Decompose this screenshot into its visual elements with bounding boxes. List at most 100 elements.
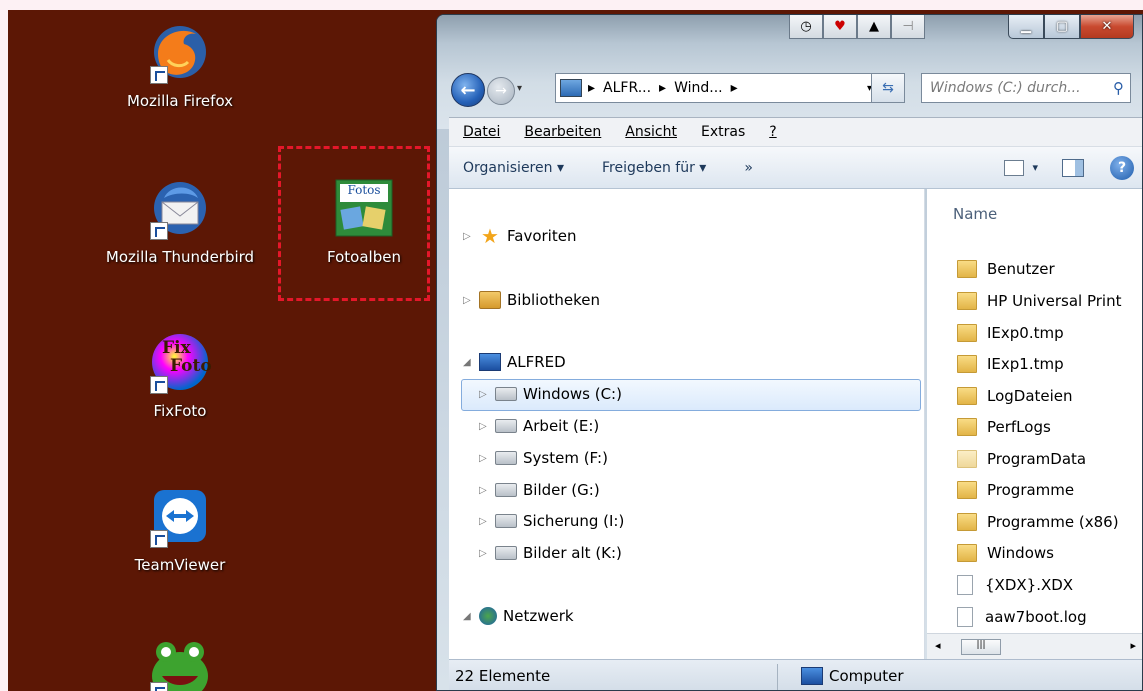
- library-icon: [479, 291, 501, 309]
- file-name: PerfLogs: [987, 418, 1051, 436]
- list-item[interactable]: Programme: [957, 481, 1074, 499]
- list-item[interactable]: HP Universal Print: [957, 292, 1121, 310]
- view-options-icon[interactable]: [1004, 159, 1025, 176]
- file-name: Windows: [987, 544, 1054, 562]
- nav-netzwerk[interactable]: ◢ Netzwerk: [463, 607, 574, 625]
- list-item[interactable]: aaw7boot.log: [957, 607, 1087, 627]
- expand-arrow-icon[interactable]: ▷: [479, 548, 491, 559]
- share-button[interactable]: Freigeben für ▾: [602, 160, 706, 176]
- nav-label: Arbeit (E:): [523, 417, 600, 435]
- fixfoto-icon: Fix Foto: [148, 330, 212, 394]
- search-input[interactable]: Windows (C:) durch... ⚲: [921, 73, 1131, 103]
- list-item[interactable]: Benutzer: [957, 260, 1055, 278]
- nav-drive-k[interactable]: ▷ Bilder alt (K:): [479, 544, 622, 562]
- list-item[interactable]: LogDateien: [957, 387, 1073, 405]
- nav-label: Windows (C:): [523, 385, 622, 403]
- list-item[interactable]: {XDX}.XDX: [957, 575, 1073, 595]
- refresh-button[interactable]: ⇆: [871, 73, 905, 103]
- file-name: Programme (x86): [987, 513, 1119, 531]
- column-header-name[interactable]: Name: [953, 205, 997, 223]
- menu-extras[interactable]: Extras: [701, 124, 745, 140]
- maximize-button[interactable]: ▢: [1044, 15, 1080, 39]
- scroll-left-icon[interactable]: ◂: [935, 639, 941, 652]
- view-dropdown-icon[interactable]: ▾: [1032, 161, 1038, 174]
- nav-drive-e[interactable]: ▷ Arbeit (E:): [479, 417, 599, 435]
- breadcrumb-alfred[interactable]: ALFR...: [603, 80, 651, 96]
- teamviewer-icon: [148, 484, 212, 548]
- desktop-icon-frog[interactable]: [100, 636, 260, 691]
- list-item[interactable]: Programme (x86): [957, 513, 1119, 531]
- help-icon[interactable]: ?: [1110, 155, 1134, 180]
- close-button[interactable]: ✕: [1080, 15, 1134, 39]
- desktop-icon-firefox[interactable]: Mozilla Firefox: [100, 20, 260, 110]
- menu-bearbeiten[interactable]: Bearbeiten: [524, 124, 601, 140]
- firefox-icon: [148, 20, 212, 84]
- recent-pages-dropdown[interactable]: ▾: [517, 83, 522, 94]
- fixfoto-badge-top: Fix: [162, 338, 191, 358]
- nav-drive-i[interactable]: ▷ Sicherung (I:): [479, 512, 624, 530]
- nav-drive-c[interactable]: ▷ Windows (C:): [479, 385, 622, 403]
- expand-arrow-icon[interactable]: ▷: [463, 231, 475, 242]
- expand-arrow-icon[interactable]: ▷: [479, 485, 491, 496]
- menu-help[interactable]: ?: [769, 124, 776, 140]
- network-icon: [479, 607, 497, 625]
- search-icon[interactable]: ⚲: [1113, 79, 1124, 97]
- nav-label: Bilder alt (K:): [523, 544, 622, 562]
- shortcut-arrow-icon: [150, 66, 168, 84]
- expand-arrow-icon[interactable]: ▷: [479, 453, 491, 464]
- expand-arrow-icon[interactable]: ▷: [479, 516, 491, 527]
- file-name: Programme: [987, 481, 1075, 499]
- frog-icon: [148, 636, 212, 691]
- address-bar[interactable]: ▸ ALFR... ▸ Wind... ▸ ▾: [555, 73, 903, 103]
- list-item[interactable]: ProgramData: [957, 450, 1086, 468]
- up-arrow-icon-button[interactable]: ▲: [857, 15, 891, 39]
- minimize-button[interactable]: ▁: [1008, 15, 1044, 39]
- forward-button[interactable]: →: [487, 77, 515, 105]
- status-location-label: Computer: [829, 667, 904, 685]
- folder-icon: [957, 387, 977, 405]
- expand-arrow-icon[interactable]: ▷: [479, 421, 491, 432]
- expand-arrow-icon[interactable]: ▷: [463, 295, 475, 306]
- pin-icon-button[interactable]: ⊣: [891, 15, 925, 39]
- folder-icon: [957, 355, 977, 373]
- desktop-icon-thunderbird[interactable]: Mozilla Thunderbird: [100, 176, 260, 266]
- nav-label: Bilder (G:): [523, 481, 600, 499]
- list-item[interactable]: Windows: [957, 544, 1054, 562]
- menu-ansicht[interactable]: Ansicht: [625, 124, 677, 140]
- drive-icon: [495, 419, 517, 433]
- frame-left: [0, 0, 8, 691]
- collapse-arrow-icon[interactable]: ◢: [463, 611, 475, 622]
- nav-computer[interactable]: ◢ ALFRED: [463, 353, 566, 371]
- breadcrumb-separator: ▸: [659, 80, 667, 96]
- nav-drive-f[interactable]: ▷ System (F:): [479, 449, 608, 467]
- organize-button[interactable]: Organisieren ▾: [463, 160, 564, 176]
- heart-icon-button[interactable]: ♥: [823, 15, 857, 39]
- back-button[interactable]: ←: [451, 73, 485, 107]
- list-item[interactable]: IExp0.tmp: [957, 324, 1064, 342]
- nav-label: Sicherung (I:): [523, 512, 625, 530]
- list-item[interactable]: PerfLogs: [957, 418, 1051, 436]
- menu-datei[interactable]: Datei: [463, 124, 500, 140]
- frame-top: [0, 0, 1143, 10]
- scroll-right-icon[interactable]: ▸: [1130, 639, 1136, 652]
- nav-favoriten[interactable]: ▷ ★ Favoriten: [463, 226, 577, 246]
- list-item[interactable]: IExp1.tmp: [957, 355, 1064, 373]
- clock-icon-button[interactable]: ◷: [789, 15, 823, 39]
- scrollbar-thumb[interactable]: |||: [961, 639, 1001, 655]
- preview-pane-icon[interactable]: [1062, 158, 1084, 177]
- breadcrumb-separator: ▸: [588, 80, 596, 96]
- nav-label: Favoriten: [507, 227, 577, 245]
- nav-label: Bibliotheken: [507, 291, 600, 309]
- more-commands-button[interactable]: »: [744, 160, 753, 176]
- file-name: LogDateien: [987, 387, 1073, 405]
- nav-drive-g[interactable]: ▷ Bilder (G:): [479, 481, 600, 499]
- desktop-icon-teamviewer[interactable]: TeamViewer: [100, 484, 260, 574]
- horizontal-scrollbar[interactable]: ◂ ||| ▸: [927, 633, 1142, 659]
- desktop-icon-fixfoto[interactable]: Fix Foto FixFoto: [100, 330, 260, 420]
- expand-arrow-icon[interactable]: ▷: [479, 389, 491, 400]
- fixfoto-badge-bottom: Foto: [170, 356, 212, 376]
- breadcrumb-windows[interactable]: Wind...: [674, 80, 723, 96]
- item-count: 22 Elemente: [455, 667, 551, 685]
- collapse-arrow-icon[interactable]: ◢: [463, 357, 475, 368]
- nav-bibliotheken[interactable]: ▷ Bibliotheken: [463, 291, 600, 309]
